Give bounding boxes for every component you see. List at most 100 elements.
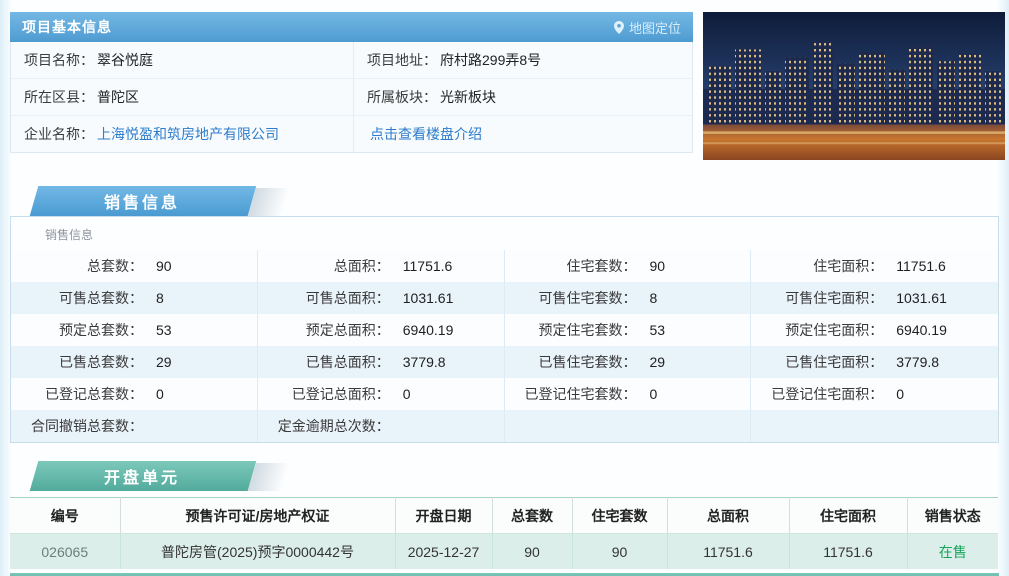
info-label: 企业名称： — [24, 124, 94, 144]
stat-label: 已登记总套数： — [11, 384, 143, 404]
stat-value: 3779.8 — [403, 354, 446, 370]
info-row-1-left: 项目名称：翠谷悦庭 — [11, 42, 353, 79]
sales-info-box: 销售信息 总套数：90总面积：11751.6住宅套数：90住宅面积：11751.… — [10, 216, 999, 443]
stats-row: 合同撤销总套数： 定金逾期总次数： — [11, 410, 998, 442]
stat-cell: 总面积：11751.6 — [258, 250, 505, 282]
stat-cell: 合同撤销总套数： — [11, 410, 258, 442]
stat-value: 8 — [650, 290, 658, 306]
stat-label: 住宅套数： — [505, 256, 637, 276]
stat-cell: 定金逾期总次数： — [258, 410, 505, 442]
stat-value: 0 — [896, 386, 904, 402]
stat-cell — [505, 410, 752, 442]
stat-label: 总面积： — [258, 256, 390, 276]
stat-value: 29 — [156, 354, 172, 370]
stat-label: 预定总面积： — [258, 320, 390, 340]
stat-cell: 预定总套数：53 — [11, 314, 258, 346]
stat-cell: 预定住宅面积： 6940.19 — [751, 314, 998, 346]
stat-label: 可售总面积： — [258, 288, 390, 308]
unit-id-cell: 026065 — [10, 534, 120, 570]
stat-label: 定金逾期总次数： — [258, 416, 390, 436]
info-link[interactable]: 点击查看楼盘介绍 — [370, 124, 482, 144]
opening-units-table-header: 编号预售许可证/房地产权证开盘日期总套数住宅套数总面积住宅面积销售状态 — [10, 498, 998, 534]
stat-cell: 已售住宅面积：3779.8 — [751, 346, 998, 378]
stats-row: 可售总套数：8可售总面积： 1031.61 可售住宅套数：8可售住宅面积： 1031.… — [11, 282, 998, 314]
sales-info-box-title: 销售信息 — [11, 217, 998, 250]
basic-info-panel: 项目基本信息 地图定位 项目名称：翠谷悦庭项目地址：府村路299弄8号所在区县：… — [10, 12, 693, 160]
stat-cell: 已登记住宅套数：0 — [505, 378, 752, 410]
stat-value: 0 — [403, 386, 411, 402]
stat-cell: 总套数：90 — [11, 250, 258, 282]
unit-data-cell: 普陀房管(2025)预字0000442号 — [120, 534, 395, 570]
units-column-header: 总面积 — [667, 498, 789, 534]
stat-cell: 住宅套数：90 — [505, 250, 752, 282]
stat-value: 1031.61 — [403, 290, 454, 306]
basic-info-section: 项目基本信息 地图定位 项目名称：翠谷悦庭项目地址：府村路299弄8号所在区县：… — [0, 0, 1009, 160]
units-column-header: 销售状态 — [907, 498, 998, 534]
units-column-header: 住宅面积 — [789, 498, 907, 534]
basic-info-header: 项目基本信息 地图定位 — [10, 12, 693, 42]
info-row-2-right: 所属板块：光新板块 — [353, 79, 692, 116]
map-locate-label: 地图定位 — [629, 18, 681, 37]
stat-value: 6940.19 — [403, 322, 454, 338]
stat-value: 53 — [156, 322, 172, 338]
info-row-3-right: 点击查看楼盘介绍 — [353, 116, 692, 152]
stats-row: 预定总套数：53预定总面积：6940.19预定住宅套数：53预定住宅面积：694… — [11, 314, 998, 346]
info-label: 所在区县： — [24, 87, 94, 107]
info-label: 项目地址： — [367, 50, 437, 70]
units-column-header: 开盘日期 — [395, 498, 492, 534]
units-column-header: 总套数 — [492, 498, 572, 534]
unit-data-cell: 90 — [572, 534, 667, 570]
stat-cell: 可售住宅套数：8 — [505, 282, 752, 314]
page: 项目基本信息 地图定位 项目名称：翠谷悦庭项目地址：府村路299弄8号所在区县：… — [0, 0, 1009, 576]
info-row-3-left: 企业名称：上海悦盈和筑房地产有限公司 — [11, 116, 353, 152]
tab-opening-units: 开盘单元 — [28, 461, 256, 491]
stat-cell: 住宅面积： 11751.6 — [751, 250, 998, 282]
stat-cell: 已售总面积：3779.8 — [258, 346, 505, 378]
info-value: 翠谷悦庭 — [97, 50, 153, 70]
stat-label: 可售住宅面积： — [751, 288, 883, 308]
info-label: 项目名称： — [24, 50, 94, 70]
stat-label: 已登记住宅面积： — [751, 384, 883, 404]
stats-row: 总套数：90总面积：11751.6住宅套数：90住宅面积：11751.6 — [11, 250, 998, 282]
stat-label: 预定住宅套数： — [505, 320, 637, 340]
stat-label: 已售住宅套数： — [505, 352, 637, 372]
basic-info-title: 项目基本信息 — [22, 17, 112, 37]
stat-value: 11751.6 — [896, 258, 946, 274]
info-label: 所属板块： — [367, 87, 437, 107]
units-column-header: 编号 — [10, 498, 120, 534]
stat-cell: 预定住宅套数：53 — [505, 314, 752, 346]
stat-cell: 可售住宅面积： 1031.61 — [751, 282, 998, 314]
stat-label: 合同撤销总套数： — [11, 416, 143, 436]
stat-cell: 已登记总面积： 0 — [258, 378, 505, 410]
sale-status-cell[interactable]: 在售 — [907, 534, 998, 570]
stat-cell: 可售总套数：8 — [11, 282, 258, 314]
info-row-2-left: 所在区县：普陀区 — [11, 79, 353, 116]
sales-info-tab-title: 销售信息 — [104, 189, 180, 213]
info-value: 府村路299弄8号 — [440, 50, 541, 70]
stat-value: 1031.61 — [896, 290, 947, 306]
stats-row: 已售总套数： 29已售总面积：3779.8已售住宅套数： 29 已售住宅面积：3779… — [11, 346, 998, 378]
stat-cell: 已售总套数： 29 — [11, 346, 258, 378]
info-value: 光新板块 — [440, 87, 496, 107]
units-header-row: 编号预售许可证/房地产权证开盘日期总套数住宅套数总面积住宅面积销售状态 — [10, 498, 998, 534]
stat-value: 0 — [650, 386, 658, 402]
units-data-row: 026065普陀房管(2025)预字0000442号2025-12-279090… — [10, 534, 998, 570]
units-column-header: 住宅套数 — [572, 498, 667, 534]
stat-value: 6940.19 — [896, 322, 947, 338]
stat-label: 已售总套数： — [11, 352, 143, 372]
stat-cell: 已登记住宅面积： 0 — [751, 378, 998, 410]
stat-label: 住宅面积： — [751, 256, 883, 276]
project-photo — [703, 12, 1005, 160]
opening-units-tab-title: 开盘单元 — [104, 464, 180, 488]
stat-value: 0 — [156, 386, 164, 402]
stat-label: 已登记总面积： — [258, 384, 390, 404]
info-link[interactable]: 上海悦盈和筑房地产有限公司 — [97, 124, 279, 144]
stat-value: 90 — [156, 258, 172, 274]
map-locate-link[interactable]: 地图定位 — [614, 18, 681, 37]
stat-cell: 预定总面积： 6940.19 — [258, 314, 505, 346]
stat-cell: 可售总面积： 1031.61 — [258, 282, 505, 314]
opening-units-table: 编号预售许可证/房地产权证开盘日期总套数住宅套数总面积住宅面积销售状态 0260… — [10, 497, 998, 569]
sales-stats-grid: 总套数：90总面积：11751.6住宅套数：90住宅面积：11751.6可售总套… — [11, 250, 998, 442]
stat-label: 预定住宅面积： — [751, 320, 883, 340]
info-row-1-right: 项目地址：府村路299弄8号 — [353, 42, 692, 79]
